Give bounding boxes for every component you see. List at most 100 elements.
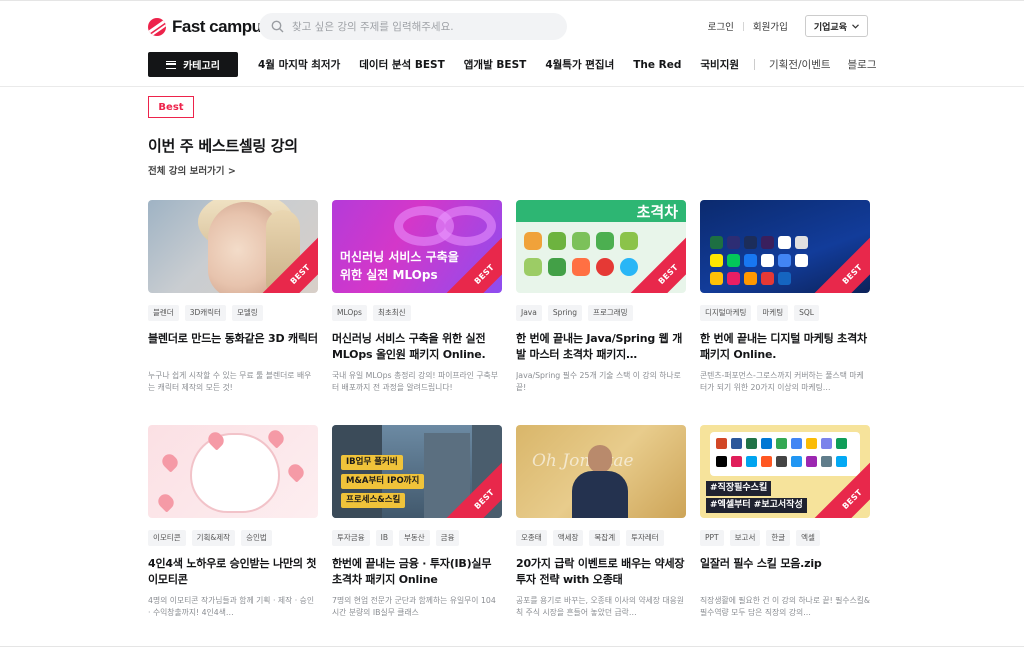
tag[interactable]: 마케팅 — [757, 305, 789, 321]
course-card[interactable]: 머신러닝 서비스 구축을 위한 실전 MLOps BEST MLOps 최초최신… — [332, 200, 502, 394]
java-icon — [524, 232, 542, 250]
tag[interactable]: 오종태 — [516, 530, 547, 546]
tag[interactable]: Spring — [547, 305, 583, 321]
menu-icon — [166, 60, 177, 69]
tag[interactable]: PPT — [700, 530, 724, 546]
tag[interactable]: 복잡계 — [589, 530, 621, 546]
cloud-icon — [620, 232, 638, 250]
brackets-icon — [548, 258, 566, 276]
course-title[interactable]: 블렌더로 만드는 동화같은 3D 캐릭터 — [148, 331, 318, 363]
nav-item-blog[interactable]: 블로그 — [848, 57, 877, 72]
fastcampus-logo-icon — [148, 18, 166, 36]
tag[interactable]: 한글 — [766, 530, 791, 546]
course-description: 공포를 용기로 바꾸는, 오종태 이사의 약세장 대응원칙 주식 시장을 흔들어… — [516, 596, 684, 617]
app-icon — [791, 456, 802, 467]
tag[interactable]: 디지털마케팅 — [700, 305, 752, 321]
tag-list: 투자금융 IB 부동산 금융 — [332, 530, 502, 548]
tag[interactable]: 3D캐릭터 — [184, 305, 226, 321]
chart-icon — [572, 258, 590, 276]
tag[interactable]: 블렌더 — [148, 305, 179, 321]
course-card[interactable]: BEST 블렌더 3D캐릭터 모델링 블렌더로 만드는 동화같은 3D 캐릭터 … — [148, 200, 318, 394]
course-card[interactable]: Oh Jong tae 오종태 액세장 복잡계 투자레터 20가지 급락 이벤트… — [516, 425, 686, 619]
app-icon — [795, 236, 808, 249]
tag[interactable]: 프로그래밍 — [588, 305, 633, 321]
tag[interactable]: 투자레터 — [626, 530, 664, 546]
course-thumbnail: BEST — [148, 200, 318, 293]
search-input[interactable] — [292, 20, 552, 33]
course-title[interactable]: 20가지 급락 이벤트로 배우는 약세장 투자 전략 with 오종태 — [516, 556, 686, 588]
course-title[interactable]: 한 번에 끝내는 디지털 마케팅 초격차 패키지 Online. — [700, 331, 870, 363]
course-thumbnail: 머신러닝 서비스 구축을 위한 실전 MLOps BEST — [332, 200, 502, 293]
tag-list: MLOps 최초최신 — [332, 305, 502, 323]
app-icon — [806, 438, 817, 449]
course-description: 직장생활에 필요한 건 이 강의 하나로 끝! 필수스킬&필수역량 모두 담은 … — [700, 596, 870, 617]
tag[interactable]: 승인법 — [241, 530, 272, 546]
nav-item-data-best[interactable]: 데이터 분석 BEST — [359, 57, 445, 72]
course-description: 4명의 이모티콘 작가님들과 함께 기획 · 제작 · 승인 · 수익창출까지!… — [148, 596, 315, 617]
heart-icon — [285, 461, 307, 483]
view-all-link[interactable]: 전체 강의 보러가기 > — [148, 163, 236, 177]
tag[interactable]: Java — [516, 305, 542, 321]
course-title[interactable]: 4인4색 노하우로 승인받는 나만의 첫 이모티콘 — [148, 556, 318, 588]
best-badge: Best — [148, 96, 194, 118]
best-ribbon: BEST — [630, 236, 686, 293]
tag-list: 디지털마케팅 마케팅 SQL — [700, 305, 870, 323]
course-title[interactable]: 일잘러 필수 스킬 모음.zip — [700, 556, 870, 588]
app-icon — [776, 456, 787, 467]
section-title: 이번 주 베스트셀링 강의 — [148, 137, 298, 155]
loader-icon — [620, 258, 638, 276]
tag[interactable]: 기획&제작 — [191, 530, 236, 546]
app-icon — [778, 272, 791, 285]
tag[interactable]: 엑셀 — [796, 530, 820, 546]
tag[interactable]: 최초최신 — [372, 305, 411, 321]
nav-item-app-best[interactable]: 앱개발 BEST — [464, 57, 527, 72]
tag[interactable]: IB — [375, 530, 393, 546]
app-icon — [731, 456, 742, 467]
app-icon — [778, 236, 791, 249]
app-icon — [806, 456, 817, 467]
signup-link[interactable]: 회원가입 — [744, 19, 797, 33]
instructor-photo — [572, 445, 628, 518]
logo-text: Fast campus — [172, 17, 271, 36]
app-icon — [710, 272, 723, 285]
heart-icon — [155, 491, 177, 513]
thumbnail-banner: #직장필수스킬 — [706, 481, 772, 496]
search-bar[interactable] — [259, 13, 567, 40]
category-button[interactable]: 카테고리 — [148, 52, 238, 77]
tag[interactable]: MLOps — [332, 305, 367, 321]
course-card[interactable]: BEST 디지털마케팅 마케팅 SQL 한 번에 끝내는 디지털 마케팅 초격차… — [700, 200, 870, 394]
course-card[interactable]: 이모티콘 기획&제작 승인법 4인4색 노하우로 승인받는 나만의 첫 이모티콘… — [148, 425, 318, 619]
course-card[interactable]: #직장필수스킬 #엑셀부터 #보고서작성 BEST PPT 보고서 한글 엑셀 … — [700, 425, 870, 619]
tag[interactable]: 금융 — [435, 530, 460, 546]
course-thumbnail: Oh Jong tae — [516, 425, 686, 518]
course-description: 국내 유일 MLOps 총정리 강의! 파이프라인 구축부터 배포까지 전 과정… — [332, 371, 498, 392]
app-icon — [791, 438, 802, 449]
nav-item-april-special[interactable]: 4월특가 편집녀 — [545, 57, 614, 72]
course-description: 콘텐츠-퍼포먼스-그로스까지 커버하는 풀스택 마케터가 되기 위한 20가지 … — [700, 371, 864, 392]
login-link[interactable]: 로그인 — [699, 19, 743, 33]
tag[interactable]: 보고서 — [729, 530, 761, 546]
course-thumbnail — [148, 425, 318, 518]
nav-item-gov-support[interactable]: 국비지원 — [700, 57, 739, 72]
course-title[interactable]: 머신러닝 서비스 구축을 위한 실전 MLOps 올인원 패키지 Online. — [332, 331, 502, 363]
nav-item-events[interactable]: 기획전/이벤트 — [769, 57, 831, 72]
course-description: 누구나 쉽게 시작할 수 있는 무료 툴 블렌더로 배우는 캐릭터 제작의 모든… — [148, 371, 312, 392]
app-icon — [821, 456, 832, 467]
app-icon — [744, 254, 757, 267]
tag[interactable]: 이모티콘 — [148, 530, 186, 546]
course-card[interactable]: IB업무 풀커버 M&A부터 IPO까지 프로세스&스킬 BEST 투자금융 I… — [332, 425, 502, 619]
nav-item-april-lowest[interactable]: 4월 마지막 최저가 — [258, 57, 340, 72]
course-title[interactable]: 한 번에 끝내는 Java/Spring 웹 개발 마스터 초격차 패키지… — [516, 331, 686, 363]
course-card[interactable]: 초격차 BEST Java Spring 프로그래밍 한 번에 끝내는 Java… — [516, 200, 686, 394]
tag[interactable]: 부동산 — [398, 530, 430, 546]
tag[interactable]: 액세장 — [552, 530, 584, 546]
tag[interactable]: 투자금융 — [332, 530, 370, 546]
logo[interactable]: Fast campus — [148, 16, 271, 38]
app-icon — [727, 236, 740, 249]
corporate-education-dropdown[interactable]: 기업교육 — [804, 15, 868, 37]
tag[interactable]: 모델링 — [231, 305, 263, 321]
tag[interactable]: SQL — [794, 305, 819, 321]
course-title[interactable]: 한번에 끝내는 금융 · 투자(IB)실무 초격차 패키지 Online — [332, 556, 502, 588]
tag-list: PPT 보고서 한글 엑셀 — [700, 530, 870, 548]
nav-item-the-red[interactable]: The Red — [633, 59, 681, 71]
